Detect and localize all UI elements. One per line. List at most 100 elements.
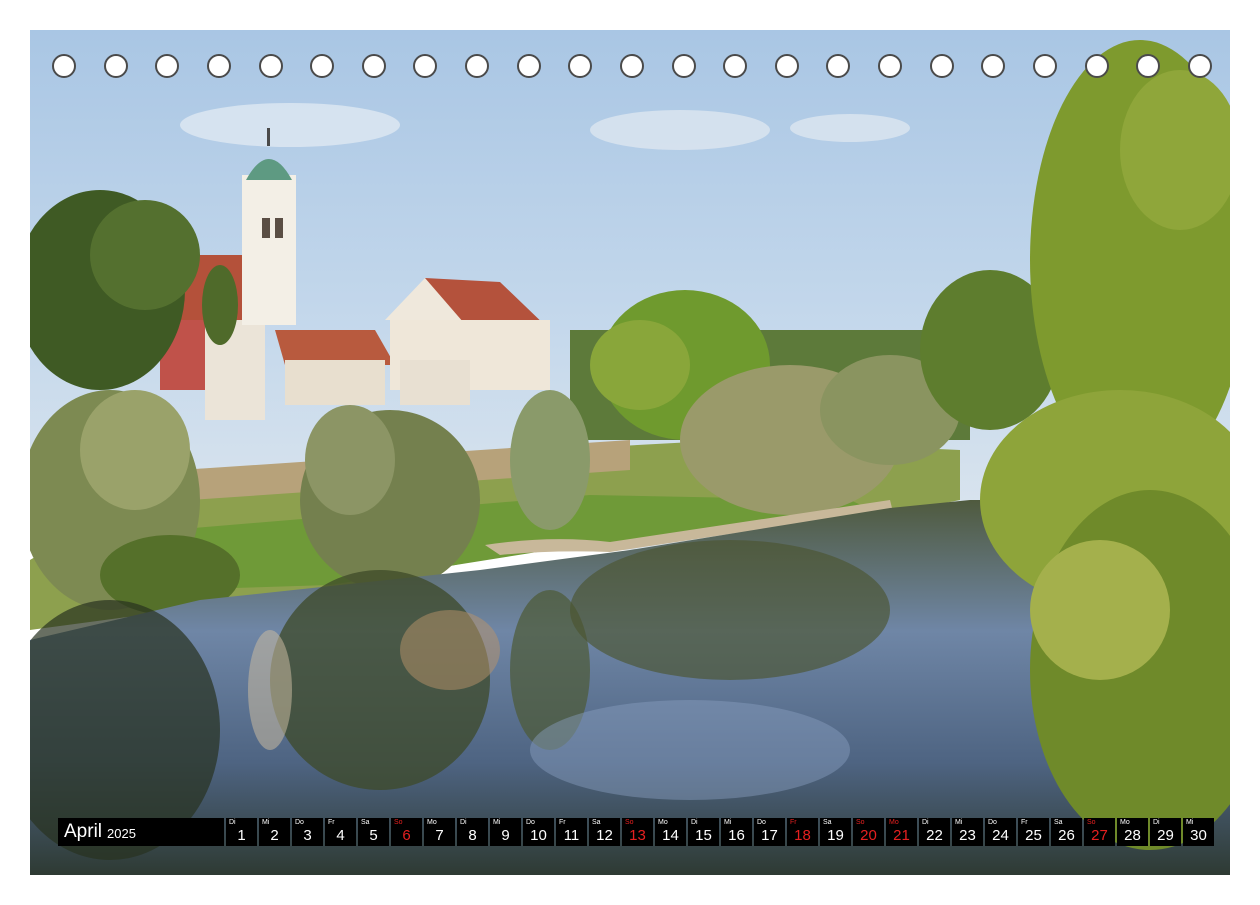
day-number: 20	[860, 827, 877, 844]
day-weekday: Mo	[427, 819, 437, 826]
binding-hole	[619, 54, 644, 78]
binding-hole	[310, 54, 335, 78]
day-cell: Fr 4	[325, 818, 356, 846]
day-weekday: So	[1087, 819, 1096, 826]
binding-hole	[155, 54, 180, 78]
day-cell: Mo 7	[424, 818, 455, 846]
day-weekday: Sa	[1054, 819, 1063, 826]
binding-holes	[52, 54, 1212, 80]
binding-hole	[723, 54, 748, 78]
binding-hole	[826, 54, 851, 78]
binding-hole	[361, 54, 386, 78]
day-weekday: Sa	[592, 819, 601, 826]
binding-hole	[52, 54, 76, 78]
day-weekday: Do	[526, 819, 535, 826]
day-cell: Fr 25	[1018, 818, 1049, 846]
binding-hole	[516, 54, 541, 78]
day-number: 23	[959, 827, 976, 844]
binding-hole	[878, 54, 902, 78]
day-cell: Di 22	[919, 818, 950, 846]
day-cell: Fr 11	[556, 818, 587, 846]
day-weekday: Di	[922, 819, 929, 826]
day-cell: So 6	[391, 818, 422, 846]
day-number: 28	[1124, 827, 1141, 844]
day-cell: Sa 19	[820, 818, 851, 846]
binding-hole	[413, 54, 438, 78]
day-cell: Di 29	[1150, 818, 1181, 846]
day-number: 25	[1025, 827, 1042, 844]
day-number: 24	[992, 827, 1009, 844]
day-cell: So 27	[1084, 818, 1115, 846]
day-number: 26	[1058, 827, 1075, 844]
day-cell: Mi 30	[1183, 818, 1214, 846]
day-number: 11	[563, 827, 580, 844]
day-weekday: Di	[691, 819, 698, 826]
day-cell: Di 15	[688, 818, 719, 846]
day-cell: Mi 23	[952, 818, 983, 846]
day-cell: Mi 9	[490, 818, 521, 846]
day-number: 29	[1157, 827, 1174, 844]
day-cell: Mi 16	[721, 818, 752, 846]
day-weekday: Mi	[493, 819, 501, 826]
day-number: 1	[237, 827, 246, 844]
day-weekday: Fr	[328, 819, 335, 826]
day-cell: Do 10	[523, 818, 554, 846]
day-cell: Di 8	[457, 818, 488, 846]
binding-hole	[929, 54, 954, 78]
binding-hole	[103, 54, 128, 78]
day-cell: Do 3	[292, 818, 323, 846]
binding-hole	[258, 54, 283, 78]
day-weekday: Mo	[658, 819, 668, 826]
day-weekday: So	[625, 819, 634, 826]
day-weekday: Sa	[361, 819, 370, 826]
day-weekday: Fr	[1021, 819, 1028, 826]
river-town-photo	[30, 30, 1230, 875]
calendar-strip: April 2025 Di 1 Mi 2 Do 3 Fr 4 Sa 5 So 6 Mo 7 Di 8 Mi 9 Do…	[58, 818, 1216, 846]
day-number: 7	[435, 827, 444, 844]
day-number: 16	[728, 827, 745, 844]
binding-hole	[774, 54, 799, 78]
day-cell: So 13	[622, 818, 653, 846]
day-number: 6	[402, 827, 411, 844]
day-number: 19	[827, 827, 844, 844]
day-cell: Do 24	[985, 818, 1016, 846]
day-number: 3	[303, 827, 312, 844]
day-number: 27	[1091, 827, 1108, 844]
binding-hole	[1187, 54, 1212, 78]
day-weekday: Di	[229, 819, 236, 826]
day-number: 18	[794, 827, 811, 844]
calendar-page: April 2025 Di 1 Mi 2 Do 3 Fr 4 Sa 5 So 6 Mo 7 Di 8 Mi 9 Do…	[30, 30, 1230, 875]
day-weekday: So	[394, 819, 403, 826]
day-number: 30	[1190, 827, 1207, 844]
day-cell: Sa 12	[589, 818, 620, 846]
day-cell: Sa 5	[358, 818, 389, 846]
day-cell: Di 1	[226, 818, 257, 846]
day-weekday: So	[856, 819, 865, 826]
day-weekday: Mo	[1120, 819, 1130, 826]
day-number: 22	[926, 827, 943, 844]
binding-hole	[465, 54, 489, 78]
day-cell: Mo 21	[886, 818, 917, 846]
binding-hole	[1032, 54, 1057, 78]
day-weekday: Fr	[790, 819, 797, 826]
binding-hole	[568, 54, 593, 78]
day-number: 10	[530, 827, 547, 844]
day-weekday: Di	[460, 819, 467, 826]
day-number: 13	[629, 827, 646, 844]
day-number: 9	[501, 827, 510, 844]
binding-hole	[1084, 54, 1109, 78]
day-cell: Fr 18	[787, 818, 818, 846]
day-number: 4	[336, 827, 345, 844]
binding-hole	[981, 54, 1006, 78]
month-label: April 2025	[58, 818, 224, 846]
day-weekday: Fr	[559, 819, 566, 826]
day-weekday: Do	[757, 819, 766, 826]
month-name: April	[64, 821, 103, 842]
day-weekday: Do	[988, 819, 997, 826]
day-cell: Mo 28	[1117, 818, 1148, 846]
day-weekday: Mi	[955, 819, 963, 826]
day-number: 12	[596, 827, 613, 844]
day-number: 2	[270, 827, 279, 844]
day-number: 14	[662, 827, 679, 844]
day-weekday: Do	[295, 819, 304, 826]
